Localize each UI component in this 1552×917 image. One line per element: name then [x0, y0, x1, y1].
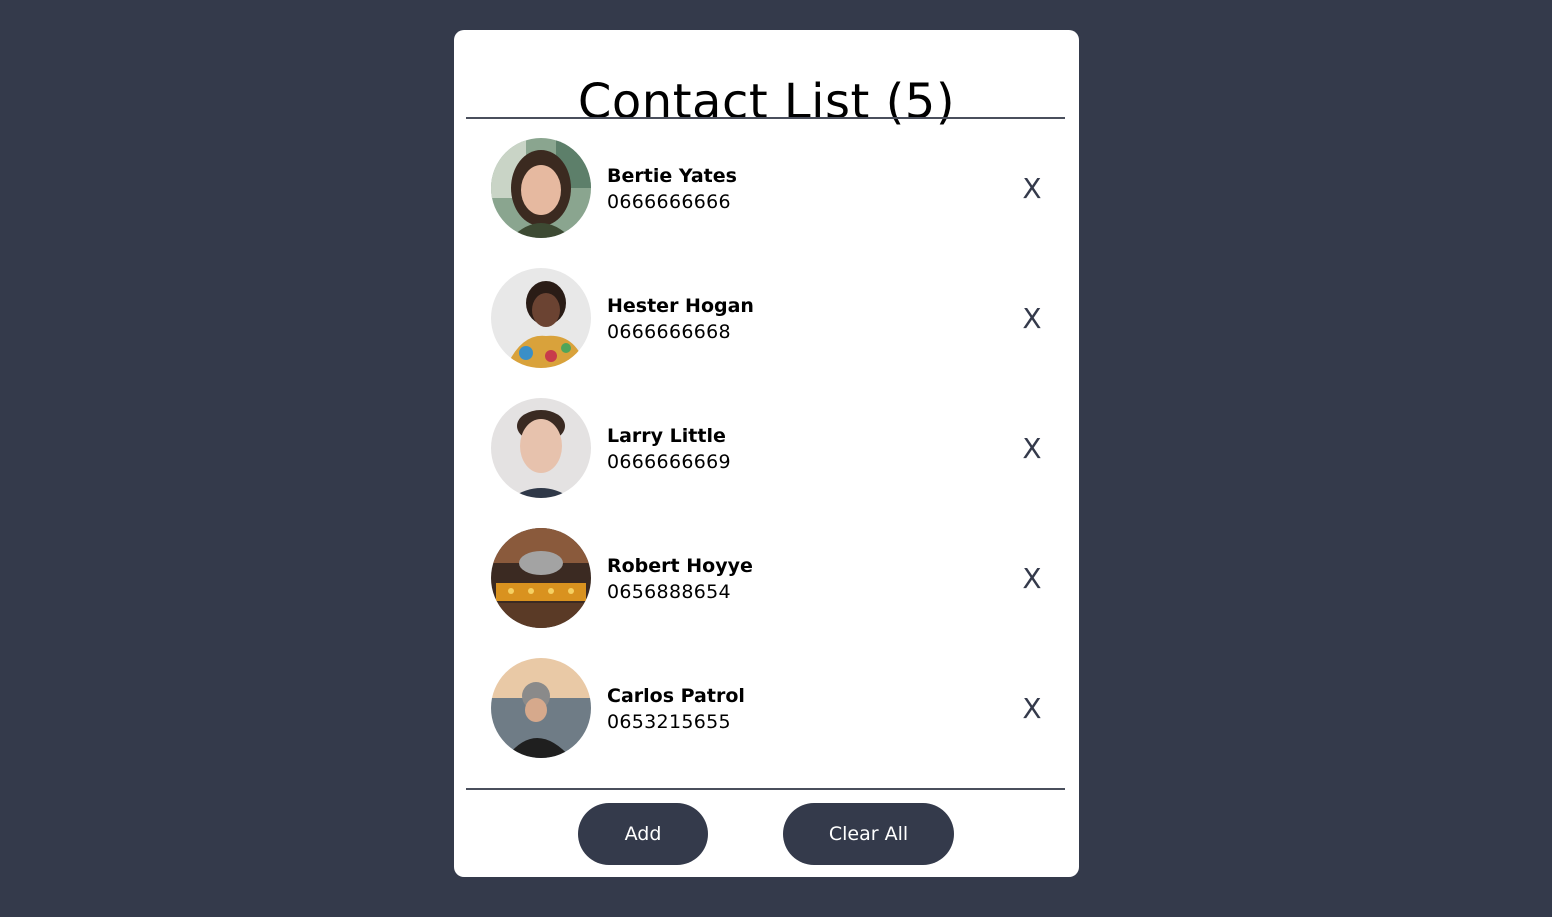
contact-info: Larry Little 0666666669	[607, 423, 731, 475]
avatar	[491, 398, 591, 498]
contact-info: Hester Hogan 0666666668	[607, 293, 754, 345]
bottom-divider	[466, 788, 1065, 790]
avatar	[491, 138, 591, 238]
contact-item: Bertie Yates 0666666666 X	[490, 138, 1055, 238]
contact-name: Robert Hoyye	[607, 555, 753, 577]
avatar	[491, 528, 591, 628]
contact-list-card: Contact List (5) Bertie Yates 0666666666…	[454, 30, 1079, 877]
contact-info: Robert Hoyye 0656888654	[607, 553, 753, 605]
contact-name: Bertie Yates	[607, 165, 737, 187]
contact-phone: 0666666666	[607, 191, 731, 213]
remove-contact-button[interactable]: X	[1020, 171, 1044, 207]
add-button[interactable]: Add	[578, 803, 708, 865]
top-divider	[466, 117, 1065, 119]
remove-contact-button[interactable]: X	[1020, 561, 1044, 597]
clear-all-button[interactable]: Clear All	[783, 803, 954, 865]
contact-phone: 0666666669	[607, 451, 731, 473]
contact-phone: 0666666668	[607, 321, 731, 343]
contact-name: Hester Hogan	[607, 295, 754, 317]
contact-info: Bertie Yates 0666666666	[607, 163, 737, 215]
contact-info: Carlos Patrol 0653215655	[607, 683, 745, 735]
contact-item: Hester Hogan 0666666668 X	[490, 268, 1055, 368]
avatar	[491, 658, 591, 758]
contact-name: Carlos Patrol	[607, 685, 745, 707]
avatar	[491, 268, 591, 368]
contact-item: Robert Hoyye 0656888654 X	[490, 528, 1055, 628]
remove-contact-button[interactable]: X	[1020, 301, 1044, 337]
remove-contact-button[interactable]: X	[1020, 431, 1044, 467]
contact-name: Larry Little	[607, 425, 726, 447]
contact-phone: 0653215655	[607, 711, 731, 733]
remove-contact-button[interactable]: X	[1020, 691, 1044, 727]
contact-phone: 0656888654	[607, 581, 731, 603]
contact-item: Larry Little 0666666669 X	[490, 398, 1055, 498]
contact-item: Carlos Patrol 0653215655 X	[490, 658, 1055, 758]
